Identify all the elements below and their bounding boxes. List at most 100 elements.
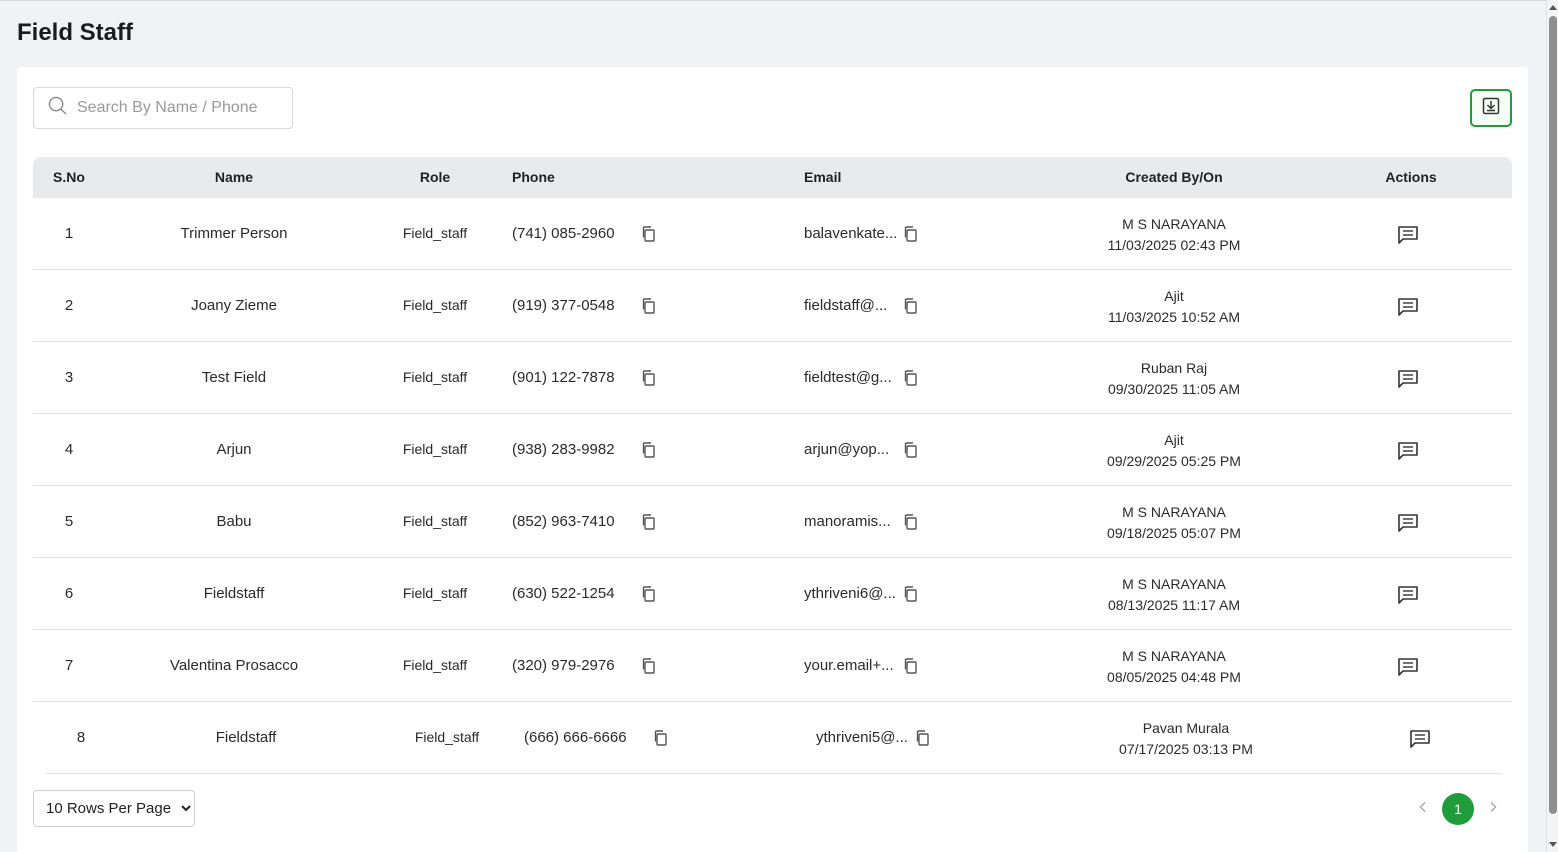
cell-email: fieldstaff@... [804,297,888,314]
cell-role: Field_staff [414,729,480,745]
copy-icon[interactable] [653,730,667,751]
cell-phone: (919) 377-0548 [512,297,615,314]
copy-icon[interactable] [641,514,655,535]
cell-sno: 5 [64,513,74,530]
cell-phone: (320) 979-2976 [512,657,615,674]
search-input[interactable] [75,98,275,118]
cell-phone: (901) 122-7878 [512,369,615,386]
copy-icon[interactable] [903,370,917,391]
cell-created: Ajit 11/03/2025 10:52 AM [1073,286,1275,328]
cell-name: Fieldstaff [203,585,265,602]
cell-role: Field_staff [402,297,468,313]
message-icon[interactable] [1397,657,1419,681]
cell-email: ythriveni5@... [816,729,908,746]
created-on: 11/03/2025 10:52 AM [1107,309,1241,325]
cell-phone: (666) 666-6666 [524,729,627,746]
created-by: M S NARAYANA [1122,576,1226,592]
search-icon [48,96,67,120]
copy-icon[interactable] [903,658,917,679]
cell-created: M S NARAYANA 09/18/2025 05:07 PM [1073,502,1275,544]
chevron-right-icon [1488,800,1498,818]
table-row: 3 Test Field Field_staff (901) 122-7878 fiel… [33,342,1512,414]
cell-email: arjun@yop... [804,441,890,458]
copy-icon[interactable] [915,730,929,751]
created-by: M S NARAYANA [1122,648,1226,664]
message-icon[interactable] [1409,729,1431,753]
message-icon[interactable] [1397,297,1419,321]
message-icon[interactable] [1397,441,1419,465]
table-footer: 10 Rows Per Page 1 [33,790,1512,828]
cell-email: balavenkate... [804,225,898,242]
scroll-thumb[interactable] [1549,16,1557,814]
table-header: S.No Name Role Phone Email Created By/On… [33,157,1512,198]
created-on: 09/29/2025 05:25 PM [1107,453,1241,469]
cell-role: Field_staff [402,585,468,601]
header-created[interactable]: Created By/On [1073,157,1275,198]
created-on: 09/18/2025 05:07 PM [1107,525,1241,541]
created-by: Ruban Raj [1140,360,1208,376]
copy-icon[interactable] [903,586,917,607]
cell-email: manoramis... [804,513,891,530]
cell-name: Arjun [216,441,252,458]
header-role[interactable]: Role [385,157,485,198]
scroll-up-arrow[interactable] [1549,5,1557,10]
copy-icon[interactable] [903,298,917,319]
cell-sno: 1 [64,225,74,242]
download-button[interactable] [1470,89,1512,127]
copy-icon[interactable] [641,298,655,319]
header-phone[interactable]: Phone [512,157,555,198]
scroll-down-arrow[interactable] [1549,842,1557,847]
message-icon[interactable] [1397,369,1419,393]
prev-page-button[interactable] [1404,792,1442,826]
created-on: 09/30/2025 11:05 AM [1107,381,1241,397]
cell-role: Field_staff [402,513,468,529]
copy-icon[interactable] [903,442,917,463]
header-name[interactable]: Name [133,157,335,198]
cell-created: M S NARAYANA 08/13/2025 11:17 AM [1073,574,1275,616]
message-icon[interactable] [1397,225,1419,249]
copy-icon[interactable] [641,586,655,607]
search-box[interactable] [33,87,293,129]
cell-phone: (741) 085-2960 [512,225,615,242]
created-on: 08/05/2025 04:48 PM [1107,669,1241,685]
cell-created: M S NARAYANA 08/05/2025 04:48 PM [1073,646,1275,688]
staff-table: S.No Name Role Phone Email Created By/On… [33,157,1512,774]
cell-sno: 2 [64,297,74,314]
table-row: 5 Babu Field_staff (852) 963-7410 manoramis.… [33,486,1512,558]
copy-icon[interactable] [641,226,655,247]
cell-email: your.email+... [804,657,894,674]
cell-sno: 3 [64,369,74,386]
created-by: Ajit [1164,288,1184,304]
header-sno[interactable]: S.No [33,157,105,198]
staff-card: S.No Name Role Phone Email Created By/On… [17,67,1528,852]
table-row: 2 Joany Zieme Field_staff (919) 377-0548 fie… [33,270,1512,342]
cell-phone: (938) 283-9982 [512,441,615,458]
copy-icon[interactable] [641,658,655,679]
cell-created: Pavan Murala 07/17/2025 03:13 PM [1085,718,1287,760]
cell-role: Field_staff [402,657,468,673]
created-on: 07/17/2025 03:13 PM [1119,741,1253,757]
page-title: Field Staff [17,19,134,46]
created-by: Ajit [1164,432,1184,448]
vertical-scrollbar[interactable] [1546,0,1558,852]
rows-per-page-select[interactable]: 10 Rows Per Page [33,790,195,827]
next-page-button[interactable] [1474,792,1512,826]
message-icon[interactable] [1397,513,1419,537]
copy-icon[interactable] [903,226,917,247]
header-email[interactable]: Email [804,157,841,198]
cell-name: Valentina Prosacco [169,657,299,674]
cell-sno: 8 [76,729,86,746]
copy-icon[interactable] [903,514,917,535]
table-row: 4 Arjun Field_staff (938) 283-9982 arjun@yop… [33,414,1512,486]
table-row: 8 Fieldstaff Field_staff (666) 666-6666 ythr… [45,702,1502,774]
created-on: 11/03/2025 02:43 PM [1107,237,1241,253]
created-by: Pavan Murala [1142,720,1230,736]
copy-icon[interactable] [641,370,655,391]
page-number-button[interactable]: 1 [1442,793,1474,825]
copy-icon[interactable] [641,442,655,463]
cell-created: Ajit 09/29/2025 05:25 PM [1073,430,1275,472]
message-icon[interactable] [1397,585,1419,609]
header-actions: Actions [1385,169,1437,185]
cell-name: Test Field [201,369,267,386]
cell-created: Ruban Raj 09/30/2025 11:05 AM [1073,358,1275,400]
